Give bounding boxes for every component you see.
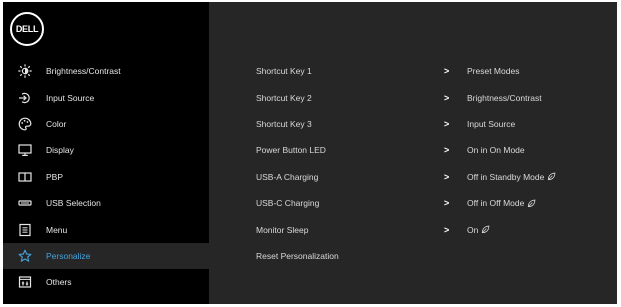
setting-label: Monitor Sleep xyxy=(256,224,309,235)
sidebar-item-label: Input Source xyxy=(46,92,95,103)
setting-label: Shortcut Key 3 xyxy=(256,118,312,129)
star-icon xyxy=(18,249,32,263)
chevron-right-icon: > xyxy=(444,92,450,103)
sidebar-item-label: USB Selection xyxy=(46,198,101,209)
sidebar-item-label: Color xyxy=(46,118,67,129)
setting-label: Power Button LED xyxy=(256,145,326,156)
setting-value: Input Source xyxy=(467,118,516,129)
setting-label: Reset Personalization xyxy=(256,250,339,261)
sidebar-item-label: Display xyxy=(46,145,74,156)
personalize-panel: Shortcut Key 1 > Preset Modes Shortcut K… xyxy=(209,2,617,304)
setting-row-monitor-sleep[interactable]: Monitor Sleep > On xyxy=(209,216,617,242)
chevron-right-icon: > xyxy=(444,145,450,156)
setting-row-shortcut-key-3[interactable]: Shortcut Key 3 > Input Source xyxy=(209,111,617,137)
chevron-right-icon: > xyxy=(444,66,450,77)
sidebar-item-label: Menu xyxy=(46,224,68,235)
input-source-icon xyxy=(18,91,32,105)
pbp-icon xyxy=(18,170,32,184)
sidebar-item-usb-selection[interactable]: USB Selection xyxy=(3,190,209,216)
chevron-right-icon: > xyxy=(444,171,450,182)
sidebar: DELL Brightness/Contrast Input Source Co… xyxy=(3,2,209,304)
settings-list: Shortcut Key 1 > Preset Modes Shortcut K… xyxy=(209,58,617,269)
sidebar-item-personalize[interactable]: Personalize xyxy=(3,242,209,270)
setting-value: On xyxy=(467,225,490,235)
menu-icon xyxy=(18,223,32,237)
sidebar-item-menu[interactable]: Menu xyxy=(3,216,209,242)
usb-selection-icon xyxy=(18,196,32,210)
sidebar-item-label: Others xyxy=(46,277,72,288)
setting-value: Preset Modes xyxy=(467,66,520,77)
setting-row-reset-personalization[interactable]: Reset Personalization xyxy=(209,243,617,269)
color-icon xyxy=(18,117,32,131)
brightness-icon xyxy=(18,64,32,78)
setting-row-shortcut-key-2[interactable]: Shortcut Key 2 > Brightness/Contrast xyxy=(209,84,617,110)
chevron-right-icon: > xyxy=(444,198,450,209)
setting-row-usb-a-charging[interactable]: USB-A Charging > Off in Standby Mode xyxy=(209,164,617,190)
sidebar-item-brightness-contrast[interactable]: Brightness/Contrast xyxy=(3,58,209,84)
chevron-right-icon: > xyxy=(444,224,450,235)
sidebar-item-pbp[interactable]: PBP xyxy=(3,164,209,190)
setting-label: USB-C Charging xyxy=(256,198,320,209)
setting-value: Brightness/Contrast xyxy=(467,92,542,103)
sidebar-menu: Brightness/Contrast Input Source Color D… xyxy=(3,58,209,296)
sidebar-item-label: PBP xyxy=(46,171,64,182)
eco-leaf-icon xyxy=(482,225,490,234)
setting-value: On in On Mode xyxy=(467,145,525,156)
display-icon xyxy=(18,143,32,157)
sidebar-item-color[interactable]: Color xyxy=(3,111,209,137)
others-icon xyxy=(18,275,32,289)
sidebar-item-input-source[interactable]: Input Source xyxy=(3,84,209,110)
sidebar-item-label: Personalize xyxy=(46,250,91,261)
eco-leaf-icon xyxy=(548,172,556,181)
dell-logo: DELL xyxy=(10,12,44,46)
setting-label: Shortcut Key 2 xyxy=(256,92,312,103)
osd-window: DELL Brightness/Contrast Input Source Co… xyxy=(3,2,617,304)
setting-label: Shortcut Key 1 xyxy=(256,66,312,77)
chevron-right-icon: > xyxy=(444,118,450,129)
logo-text: DELL xyxy=(15,24,39,34)
sidebar-item-display[interactable]: Display xyxy=(3,137,209,163)
setting-label: USB-A Charging xyxy=(256,171,319,182)
setting-value: Off in Standby Mode xyxy=(467,172,556,182)
setting-row-power-button-led[interactable]: Power Button LED > On in On Mode xyxy=(209,137,617,163)
sidebar-item-label: Brightness/Contrast xyxy=(46,66,121,77)
setting-row-usb-c-charging[interactable]: USB-C Charging > Off in Off Mode xyxy=(209,190,617,216)
sidebar-item-others[interactable]: Others xyxy=(3,269,209,295)
eco-leaf-icon xyxy=(528,199,536,207)
setting-value: Off in Off Mode xyxy=(467,198,536,208)
setting-row-shortcut-key-1[interactable]: Shortcut Key 1 > Preset Modes xyxy=(209,58,617,84)
